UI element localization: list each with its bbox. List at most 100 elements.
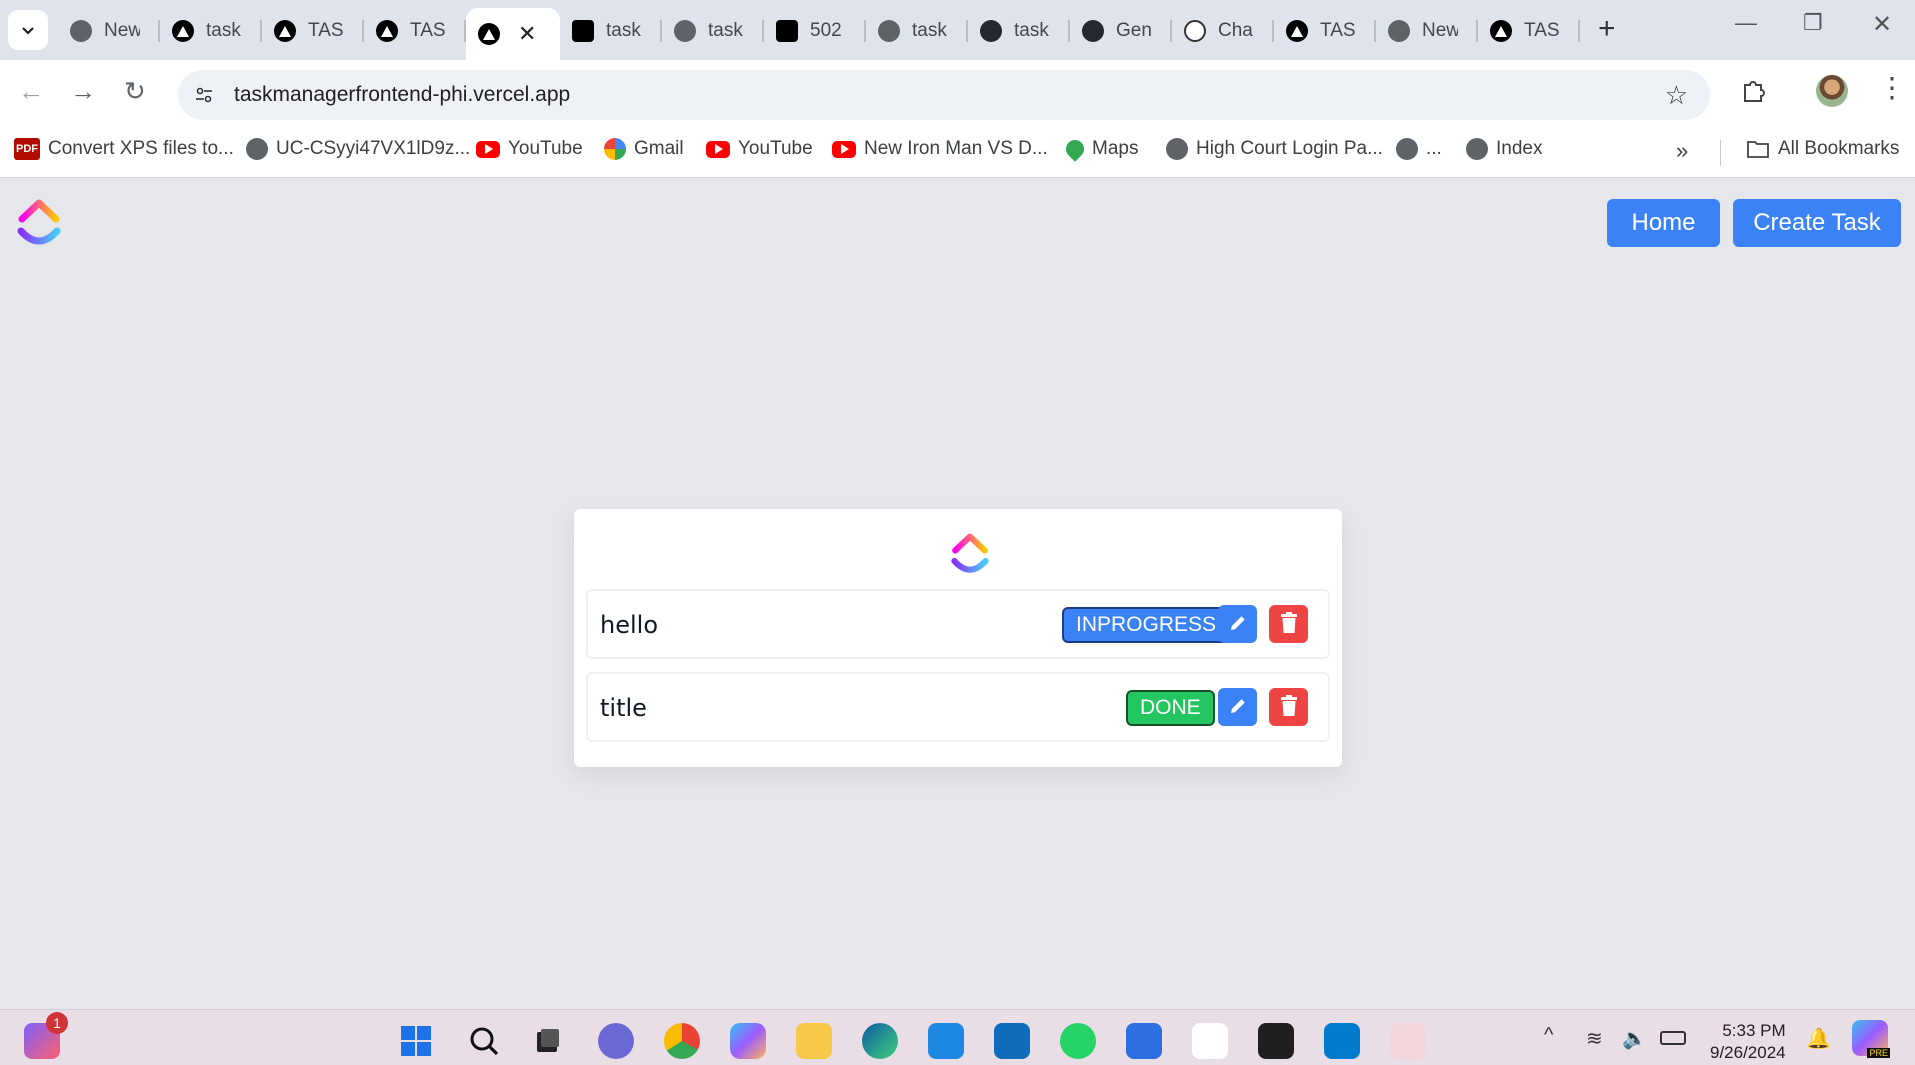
bookmark-item[interactable]: Maps <box>1062 136 1138 162</box>
volume-icon[interactable]: 🔈 <box>1622 1026 1647 1051</box>
bookmark-star-icon[interactable]: ☆ <box>1665 80 1688 111</box>
all-bookmarks-label: All Bookmarks <box>1778 138 1900 159</box>
close-tab-icon[interactable]: ✕ <box>518 21 536 47</box>
app-page: Home Create Task hello INPROGRESS title DON… <box>0 179 1915 1009</box>
chevron-up-icon[interactable]: ^ <box>1544 1024 1553 1047</box>
youtube-icon <box>832 140 856 158</box>
close-window-button[interactable]: ✕ <box>1872 10 1892 39</box>
browser-tab[interactable]: task <box>560 8 662 54</box>
all-bookmarks-button[interactable]: All Bookmarks <box>1746 138 1899 160</box>
tab-label: Gen <box>1116 20 1152 41</box>
meet-icon[interactable] <box>598 1023 634 1059</box>
reload-button[interactable]: ↻ <box>124 76 146 107</box>
tab-label: TASK <box>410 20 446 41</box>
browser-menu-icon[interactable]: ⋮ <box>1878 74 1906 102</box>
google-icon <box>604 138 626 160</box>
battery-icon[interactable] <box>1660 1031 1686 1045</box>
bookmark-item[interactable]: High Court Login Pa... <box>1166 138 1383 160</box>
bookmark-item[interactable]: New Iron Man VS D... <box>832 138 1048 160</box>
clickup-icon[interactable] <box>1192 1023 1228 1059</box>
browser-tab[interactable]: Gen <box>1070 8 1172 54</box>
browser-tab[interactable]: TASK <box>1274 8 1376 54</box>
bookmark-item[interactable]: YouTube <box>706 138 813 160</box>
start-windows-icon[interactable] <box>398 1023 434 1059</box>
clock-date: 9/26/2024 <box>1710 1043 1786 1062</box>
edge-icon[interactable] <box>862 1023 898 1059</box>
copilot-icon[interactable] <box>730 1023 766 1059</box>
divider <box>1720 140 1721 166</box>
folder-icon <box>1747 141 1769 158</box>
windows-taskbar: 1 ^ ≋ 🔈 5:33 PM 9/26/2024 🔔 PRE <box>0 1009 1915 1065</box>
clickup-logo-icon[interactable] <box>16 197 62 254</box>
edit-task-button[interactable] <box>1218 605 1257 643</box>
vercel-icon <box>376 20 398 42</box>
delete-task-button[interactable] <box>1269 688 1308 726</box>
create-task-button[interactable]: Create Task <box>1733 199 1901 247</box>
bookmark-item[interactable]: PDF Convert XPS files to... <box>14 138 234 160</box>
bookmarks-bar: PDF Convert XPS files to... UC-CSyyi47VX1l… <box>0 128 1915 178</box>
browser-tab[interactable]: Cha <box>1172 8 1274 54</box>
file-explorer-icon[interactable] <box>796 1023 832 1059</box>
browser-tab[interactable]: task <box>968 8 1070 54</box>
tab-label: 502 <box>810 20 842 41</box>
notifications-bell-icon[interactable]: 🔔 <box>1806 1026 1831 1051</box>
whatsapp-icon[interactable] <box>1060 1023 1096 1059</box>
browser-tab[interactable]: 502 <box>764 8 866 54</box>
home-button[interactable]: Home <box>1607 199 1720 247</box>
forward-button[interactable]: → <box>70 76 96 107</box>
bookmark-label: Convert XPS files to... <box>48 138 234 159</box>
vercel-icon <box>1286 20 1308 42</box>
bookmark-item[interactable]: YouTube <box>476 138 583 160</box>
browser-tab[interactable]: TASK <box>1478 8 1580 54</box>
terminal-icon[interactable] <box>1258 1023 1294 1059</box>
browser-tab[interactable]: New <box>58 8 160 54</box>
search-icon[interactable] <box>466 1023 502 1059</box>
delete-task-button[interactable] <box>1269 605 1308 643</box>
edit-task-button[interactable] <box>1218 688 1257 726</box>
browser-tab[interactable]: task <box>866 8 968 54</box>
minimize-button[interactable]: — <box>1735 10 1757 36</box>
task-view-icon[interactable] <box>530 1023 566 1059</box>
status-badge[interactable]: INPROGRESS <box>1062 607 1231 643</box>
url-text[interactable]: taskmanagerfrontend-phi.vercel.app <box>234 83 570 107</box>
extensions-icon[interactable] <box>1740 76 1768 109</box>
render-icon <box>776 20 798 42</box>
clock-time: 5:33 PM <box>1722 1021 1786 1040</box>
chatgpt-icon <box>1184 20 1206 42</box>
bookmarks-overflow-button[interactable]: » <box>1676 138 1688 164</box>
status-badge[interactable]: DONE <box>1126 690 1215 726</box>
bookmark-label: New Iron Man VS D... <box>864 138 1048 159</box>
snipping-tool-icon[interactable] <box>1390 1023 1426 1059</box>
tab-label: task <box>1014 20 1049 41</box>
bookmark-item[interactable]: Index <box>1466 138 1542 160</box>
browser-tab[interactable]: TASK <box>262 8 364 54</box>
back-button[interactable]: ← <box>18 76 44 107</box>
bookmark-item[interactable]: UC-CSyyi47VX1lD9z... <box>246 138 470 160</box>
restore-button[interactable]: ❐ <box>1803 10 1823 36</box>
browser-tab[interactable]: task <box>160 8 262 54</box>
tab-label: TASK <box>308 20 344 41</box>
tab-search-button[interactable] <box>8 10 48 50</box>
store-icon[interactable] <box>994 1023 1030 1059</box>
youtube-icon <box>706 140 730 158</box>
browser-tab[interactable]: ✕ <box>466 8 560 60</box>
wifi-icon[interactable]: ≋ <box>1586 1026 1603 1051</box>
browser-tab[interactable]: New <box>1376 8 1478 54</box>
bookmark-item[interactable]: Gmail <box>604 138 684 160</box>
bookmark-item[interactable]: ... <box>1396 138 1442 160</box>
browser-tab[interactable]: TASK <box>364 8 466 54</box>
site-info-icon[interactable] <box>190 81 218 109</box>
tab-label: TASK <box>1320 20 1356 41</box>
chrome-icon[interactable] <box>664 1023 700 1059</box>
mail-icon[interactable] <box>928 1023 964 1059</box>
vscode-icon[interactable] <box>1324 1023 1360 1059</box>
address-bar[interactable]: taskmanagerfrontend-phi.vercel.app ☆ <box>178 70 1710 120</box>
globe-icon <box>1466 138 1488 160</box>
copilot-preview-icon[interactable]: PRE <box>1852 1020 1890 1058</box>
todo-icon[interactable] <box>1126 1023 1162 1059</box>
browser-tab[interactable]: task <box>662 8 764 54</box>
system-clock[interactable]: 5:33 PM 9/26/2024 <box>1710 1020 1786 1064</box>
new-tab-button[interactable]: + <box>1598 12 1616 46</box>
profile-avatar[interactable] <box>1816 75 1848 107</box>
tab-label: New <box>104 20 140 41</box>
